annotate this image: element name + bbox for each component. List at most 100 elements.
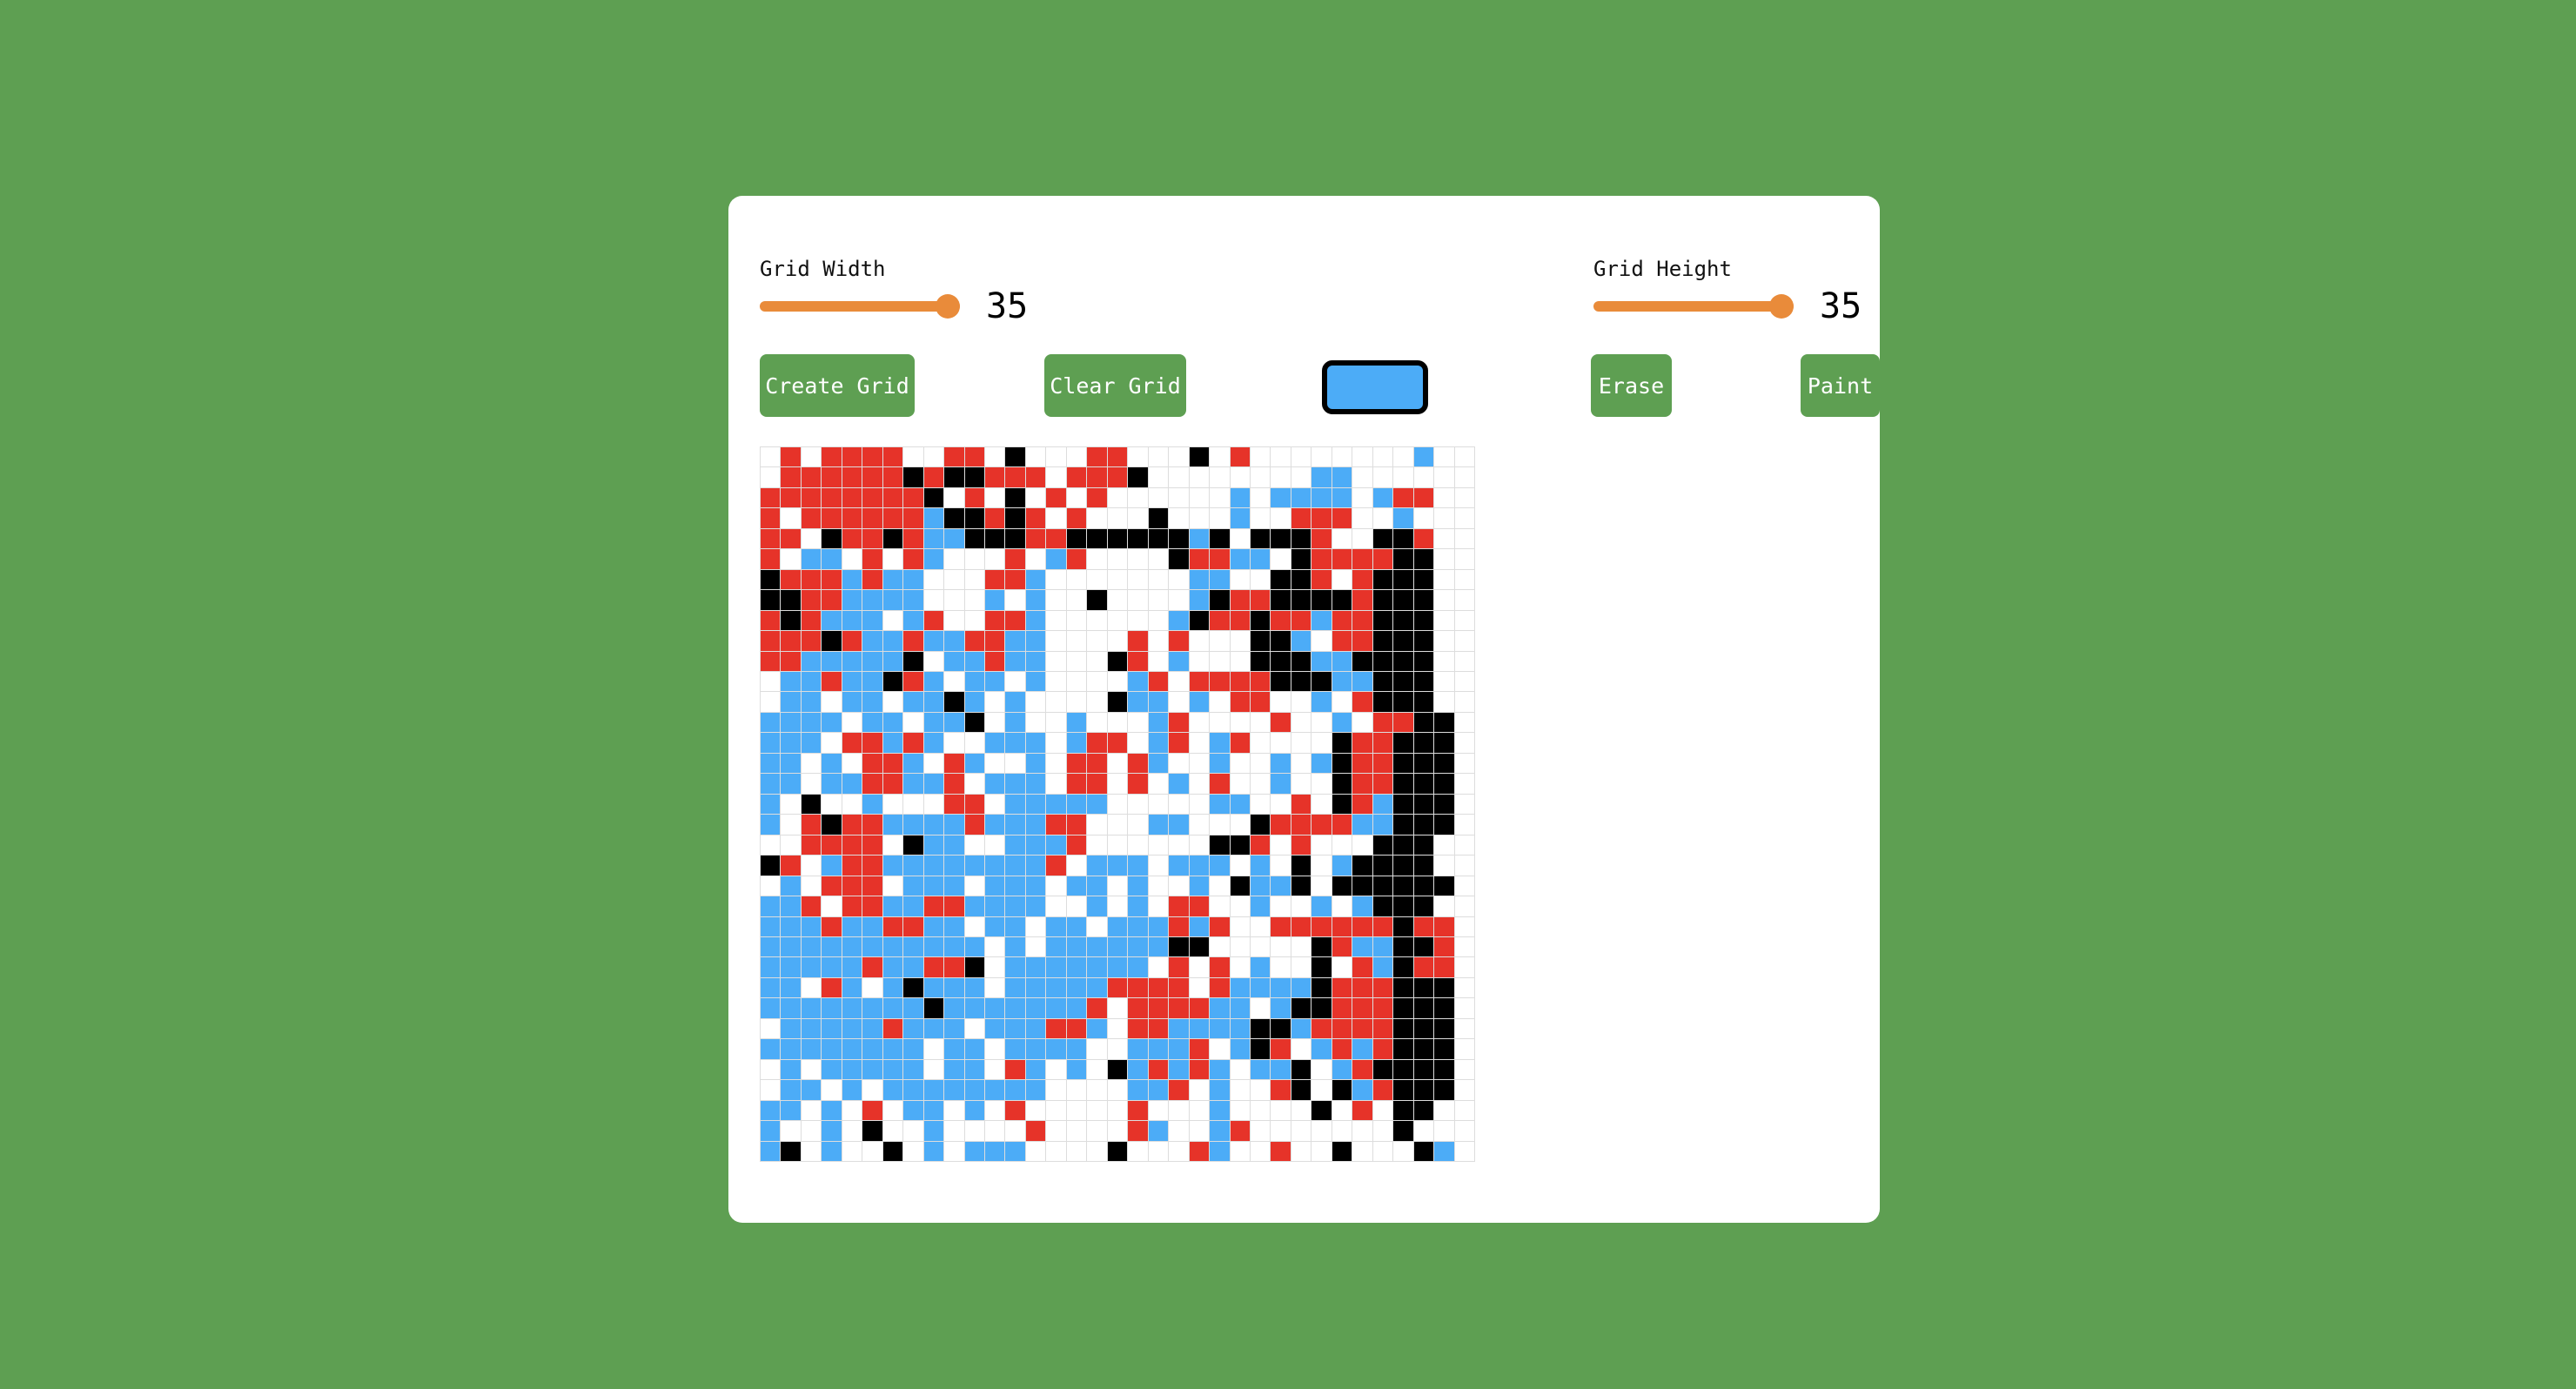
grid-cell[interactable] [822, 1059, 842, 1080]
grid-cell[interactable] [781, 916, 801, 936]
grid-cell[interactable] [1087, 1080, 1107, 1100]
grid-cell[interactable] [903, 467, 923, 487]
grid-cell[interactable] [1352, 590, 1372, 610]
grid-cell[interactable] [1210, 467, 1230, 487]
grid-cell[interactable] [1107, 528, 1128, 549]
grid-cell[interactable] [1250, 692, 1271, 712]
grid-cell[interactable] [1210, 876, 1230, 896]
grid-cell[interactable] [944, 528, 964, 549]
grid-cell[interactable] [1311, 1100, 1332, 1121]
grid-cell[interactable] [1413, 569, 1434, 590]
grid-cell[interactable] [842, 447, 862, 467]
grid-cell[interactable] [1148, 508, 1169, 528]
grid-cell[interactable] [1128, 1141, 1148, 1161]
grid-cell[interactable] [822, 936, 842, 957]
grid-cell[interactable] [944, 753, 964, 774]
grid-cell[interactable] [1148, 467, 1169, 487]
grid-cell[interactable] [1250, 508, 1271, 528]
grid-cell[interactable] [761, 856, 781, 876]
grid-cell[interactable] [862, 1100, 882, 1121]
grid-cell[interactable] [944, 835, 964, 856]
grid-cell[interactable] [1046, 447, 1066, 467]
grid-cell[interactable] [1066, 977, 1087, 998]
grid-cell[interactable] [1005, 815, 1025, 835]
grid-cell[interactable] [842, 487, 862, 508]
grid-cell[interactable] [1025, 876, 1046, 896]
grid-cell[interactable] [1169, 569, 1189, 590]
grid-cell[interactable] [1271, 610, 1291, 631]
grid-cell[interactable] [1169, 487, 1189, 508]
grid-cell[interactable] [1087, 1121, 1107, 1141]
grid-cell[interactable] [1454, 508, 1474, 528]
grid-cell[interactable] [1454, 896, 1474, 916]
grid-cell[interactable] [1066, 672, 1087, 692]
grid-cell[interactable] [822, 1080, 842, 1100]
grid-cell[interactable] [1311, 467, 1332, 487]
grid-cell[interactable] [1046, 508, 1066, 528]
grid-cell[interactable] [1230, 957, 1250, 977]
grid-cell[interactable] [1271, 508, 1291, 528]
grid-cell[interactable] [781, 549, 801, 569]
grid-cell[interactable] [923, 447, 944, 467]
grid-cell[interactable] [1454, 651, 1474, 672]
grid-cell[interactable] [1454, 569, 1474, 590]
grid-cell[interactable] [923, 528, 944, 549]
grid-cell[interactable] [1025, 1080, 1046, 1100]
grid-cell[interactable] [1454, 672, 1474, 692]
grid-cell[interactable] [761, 487, 781, 508]
grid-cell[interactable] [1066, 610, 1087, 631]
grid-cell[interactable] [1372, 1080, 1393, 1100]
grid-cell[interactable] [1230, 998, 1250, 1018]
grid-cell[interactable] [801, 631, 822, 651]
grid-cell[interactable] [1352, 896, 1372, 916]
grid-cell[interactable] [1210, 916, 1230, 936]
grid-cell[interactable] [944, 876, 964, 896]
grid-cell[interactable] [964, 1039, 985, 1059]
grid-cell[interactable] [944, 794, 964, 815]
grid-cell[interactable] [1311, 977, 1332, 998]
grid-cell[interactable] [1393, 467, 1413, 487]
grid-cell[interactable] [1087, 977, 1107, 998]
grid-cell[interactable] [1250, 549, 1271, 569]
grid-cell[interactable] [1189, 508, 1210, 528]
grid-cell[interactable] [882, 651, 903, 672]
grid-cell[interactable] [923, 753, 944, 774]
grid-cell[interactable] [1291, 733, 1311, 753]
grid-cell[interactable] [1291, 610, 1311, 631]
grid-cell[interactable] [1454, 977, 1474, 998]
grid-cell[interactable] [903, 896, 923, 916]
grid-cell[interactable] [1434, 753, 1454, 774]
grid-cell[interactable] [842, 651, 862, 672]
grid-cell[interactable] [842, 856, 862, 876]
grid-cell[interactable] [1413, 733, 1434, 753]
grid-cell[interactable] [862, 712, 882, 733]
grid-cell[interactable] [781, 487, 801, 508]
grid-cell[interactable] [882, 467, 903, 487]
grid-cell[interactable] [1148, 651, 1169, 672]
grid-cell[interactable] [1271, 487, 1291, 508]
grid-cell[interactable] [1005, 610, 1025, 631]
grid-cell[interactable] [1210, 977, 1230, 998]
grid-cell[interactable] [1454, 1059, 1474, 1080]
grid-cell[interactable] [964, 733, 985, 753]
grid-cell[interactable] [1434, 916, 1454, 936]
grid-cell[interactable] [1291, 712, 1311, 733]
grid-cell[interactable] [882, 1080, 903, 1100]
grid-cell[interactable] [923, 467, 944, 487]
grid-cell[interactable] [1169, 774, 1189, 794]
grid-cell[interactable] [1434, 835, 1454, 856]
grid-cell[interactable] [1352, 1121, 1372, 1141]
grid-cell[interactable] [1189, 610, 1210, 631]
grid-cell[interactable] [1230, 508, 1250, 528]
grid-cell[interactable] [1393, 998, 1413, 1018]
grid-cell[interactable] [1210, 528, 1230, 549]
grid-cell[interactable] [1025, 1141, 1046, 1161]
grid-cell[interactable] [985, 692, 1005, 712]
grid-cell[interactable] [882, 610, 903, 631]
grid-cell[interactable] [1230, 916, 1250, 936]
grid-cell[interactable] [964, 835, 985, 856]
grid-cell[interactable] [1169, 1059, 1189, 1080]
grid-cell[interactable] [1128, 815, 1148, 835]
grid-cell[interactable] [1107, 672, 1128, 692]
grid-cell[interactable] [1087, 1141, 1107, 1161]
